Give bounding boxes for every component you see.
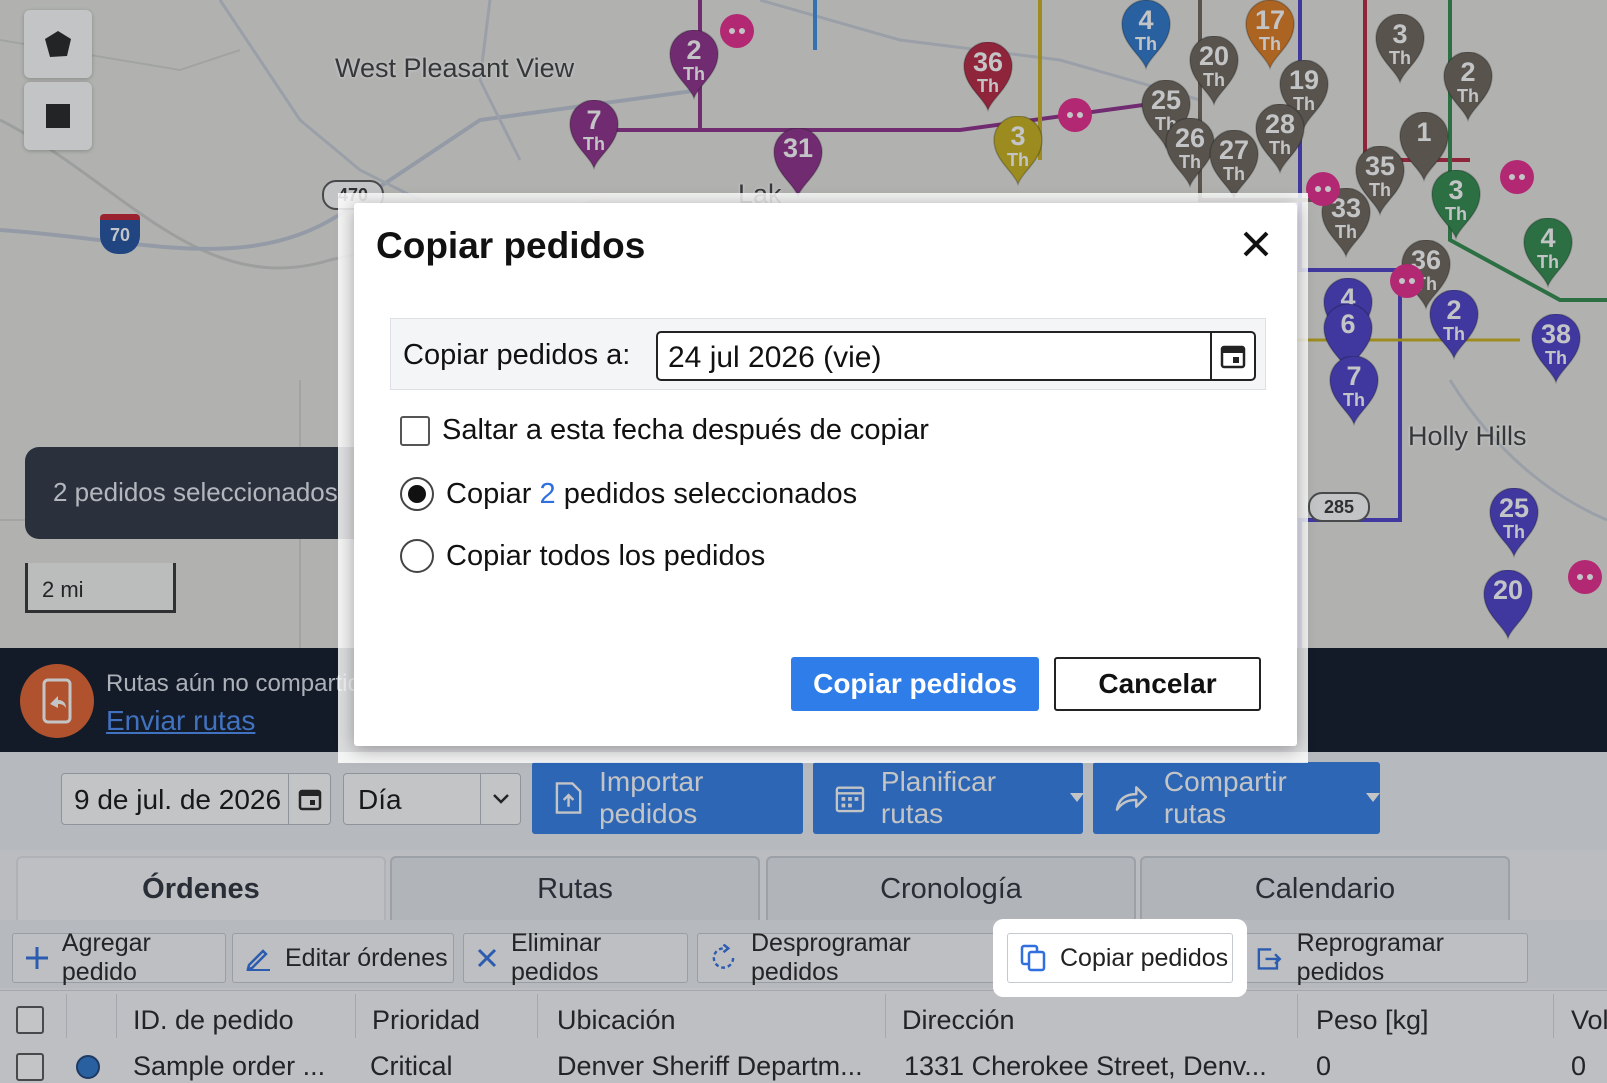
selected-count: 2	[539, 477, 556, 510]
cancel-button[interactable]: Cancelar	[1054, 657, 1261, 711]
radio-button[interactable]	[400, 477, 434, 511]
jump-to-date-label: Saltar a esta fecha después de copiar	[442, 414, 929, 446]
copy-selected-radio[interactable]: Copiar 2 pedidos seleccionados	[400, 477, 857, 511]
dialog-title: Copiar pedidos	[376, 225, 646, 266]
copy-selected-prefix: Copiar	[446, 477, 532, 510]
close-icon[interactable]	[1237, 225, 1275, 263]
target-date-row: Copiar pedidos a: 24 jul 2026 (vie)	[390, 318, 1266, 390]
target-date-input[interactable]: 24 jul 2026 (vie)	[656, 331, 1256, 381]
copy-all-label: Copiar todos los pedidos	[446, 539, 766, 572]
copy-all-radio[interactable]: Copiar todos los pedidos	[400, 539, 765, 573]
copy-orders-button[interactable]: Copiar pedidos	[1007, 933, 1233, 983]
radio-button[interactable]	[400, 539, 434, 573]
checkbox[interactable]	[400, 415, 430, 446]
copy-icon	[1020, 944, 1046, 972]
confirm-copy-button[interactable]: Copiar pedidos	[791, 657, 1039, 711]
jump-to-date-checkbox[interactable]: Saltar a esta fecha después de copiar	[400, 414, 929, 447]
copy-selected-suffix: pedidos seleccionados	[563, 477, 858, 510]
copy-orders-label: Copiar pedidos	[1060, 943, 1229, 972]
copy-orders-dialog: Copiar pedidos Copiar pedidos a: 24 jul …	[354, 203, 1297, 746]
target-date-label: Copiar pedidos a:	[403, 339, 631, 371]
calendar-icon[interactable]	[1210, 333, 1254, 379]
target-date-value: 24 jul 2026 (vie)	[668, 341, 882, 374]
